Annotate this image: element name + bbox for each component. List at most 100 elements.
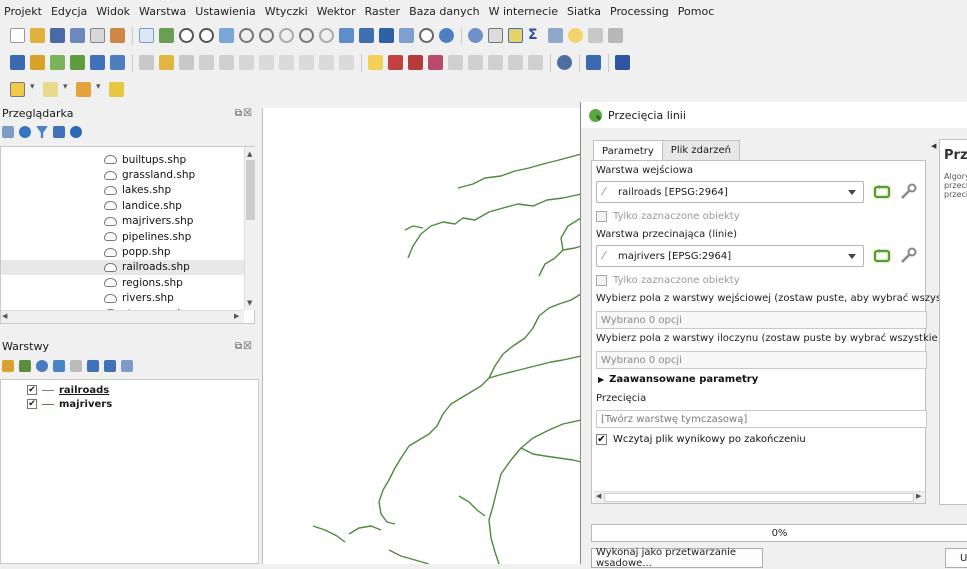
menu-item-3[interactable]: Warstwa [139, 5, 186, 18]
bookmark-icon[interactable] [379, 28, 394, 43]
toggle-editing-icon[interactable] [159, 55, 174, 70]
map-canvas[interactable] [262, 108, 582, 565]
checkbox-box[interactable] [596, 275, 607, 286]
browser-file-item[interactable]: majrivers.shp [1, 214, 254, 229]
label-pin-icon[interactable] [388, 55, 403, 70]
copy-features-icon[interactable] [279, 55, 294, 70]
zoom-next-icon[interactable] [319, 28, 334, 43]
browser-file-item[interactable]: railroads.shp [1, 259, 254, 276]
style-manager-icon[interactable] [110, 28, 125, 43]
new-3d-view-icon[interactable] [359, 28, 374, 43]
menu-item-11[interactable]: Processing [610, 5, 669, 18]
tab-parameters[interactable]: Parametry [593, 140, 663, 161]
menu-item-7[interactable]: Raster [365, 5, 400, 18]
open-project-icon[interactable] [30, 28, 45, 43]
save-as-icon[interactable] [70, 28, 85, 43]
tab-log[interactable]: Plik zdarzeń [661, 140, 740, 160]
browser-file-item[interactable]: landice.shp [1, 198, 254, 213]
measure-icon[interactable] [548, 28, 563, 43]
expand-all-icon[interactable] [87, 360, 99, 372]
collapse-all-icon[interactable] [104, 360, 116, 372]
text-annotation-icon[interactable] [608, 28, 623, 43]
browser-file-item[interactable]: builtups.shp [1, 152, 254, 167]
iterate-icon[interactable] [872, 246, 892, 266]
label-toolbar-icon[interactable] [368, 55, 383, 70]
advanced-parameters-toggle[interactable]: ▶ Zaawansowane parametry [598, 374, 758, 385]
zoom-layer-icon[interactable] [259, 28, 274, 43]
browser-file-item[interactable]: popp.shp [1, 244, 254, 259]
collapse-all-icon[interactable] [53, 126, 65, 138]
checkbox-box[interactable]: ✔ [596, 434, 607, 445]
style-panel-icon[interactable] [2, 360, 14, 372]
layer-properties-icon[interactable] [110, 55, 125, 70]
iterate-icon[interactable] [872, 182, 892, 202]
current-edits-icon[interactable] [139, 55, 154, 70]
select-by-value-icon[interactable] [43, 82, 58, 97]
browser-file-item[interactable]: pipelines.shp [1, 229, 254, 244]
label-move-icon[interactable] [428, 55, 443, 70]
properties-icon[interactable] [70, 126, 82, 138]
zoom-out-icon[interactable] [199, 28, 214, 43]
temporal-icon[interactable] [419, 28, 434, 43]
selected-only-checkbox-1[interactable]: Tylko zaznaczone obiekty [596, 211, 740, 222]
select-by-value-dropdown-icon[interactable]: ▾ [63, 82, 71, 97]
add-virtual-layer-icon[interactable] [90, 55, 105, 70]
layer-item[interactable]: ✔ railroads [1, 383, 258, 397]
annotation-icon[interactable] [588, 28, 603, 43]
deselect-dropdown-icon[interactable]: ▾ [96, 82, 104, 97]
filter-expression-icon[interactable] [70, 360, 82, 372]
zoom-native-icon[interactable] [279, 28, 294, 43]
menu-item-12[interactable]: Pomoc [678, 5, 714, 18]
filter-icon[interactable] [36, 126, 48, 138]
attribute-table-icon[interactable] [488, 28, 503, 43]
intersect-layer-combo[interactable]: ⁄ majrivers [EPSG:2964] [596, 245, 864, 267]
load-result-checkbox[interactable]: ✔ Wczytaj plik wynikowy po zakończeniu [596, 434, 806, 445]
browser-file-item[interactable]: grassland.shp [1, 167, 254, 182]
checkbox-box[interactable] [596, 211, 607, 222]
help-icon[interactable] [615, 55, 630, 70]
menu-item-0[interactable]: Projekt [4, 5, 42, 18]
fields-intersect-selector[interactable]: Wybrano 0 opcji [596, 351, 927, 369]
vertex-tool-icon[interactable] [219, 55, 234, 70]
menu-item-5[interactable]: Wtyczki [265, 5, 308, 18]
input-layer-combo[interactable]: ⁄ railroads [EPSG:2964] [596, 181, 864, 203]
menu-item-8[interactable]: Baza danych [409, 5, 480, 18]
new-map-view-icon[interactable] [339, 28, 354, 43]
add-group-icon[interactable] [19, 360, 31, 372]
plugin-manager-icon[interactable] [557, 55, 572, 70]
label-change-icon[interactable] [468, 55, 483, 70]
select-location-icon[interactable] [109, 82, 124, 97]
new-project-icon[interactable] [10, 28, 25, 43]
zoom-full-icon[interactable] [219, 28, 234, 43]
dialog-titlebar[interactable]: Przecięcia linii [581, 102, 967, 128]
select-dropdown-icon[interactable]: ▾ [30, 82, 38, 97]
python-console-icon[interactable] [586, 55, 601, 70]
output-destination-field[interactable]: [Twórz warstwę tymczasową] [596, 410, 927, 428]
cut-features-icon[interactable] [259, 55, 274, 70]
browser-file-item[interactable]: regions.shp [1, 275, 254, 290]
label-show-icon[interactable] [408, 55, 423, 70]
wrench-icon[interactable] [898, 246, 918, 266]
save-project-icon[interactable] [50, 28, 65, 43]
menu-item-6[interactable]: Wektor [317, 5, 356, 18]
pan-icon[interactable] [139, 28, 154, 43]
delete-selected-icon[interactable] [239, 55, 254, 70]
layer-visibility-checkbox[interactable]: ✔ [27, 399, 37, 409]
refresh-icon[interactable] [439, 28, 454, 43]
statistics-icon[interactable]: Σ [528, 28, 543, 43]
add-selected-layers-icon[interactable] [2, 126, 14, 138]
manage-visibility-icon[interactable] [36, 360, 48, 372]
map-tips-icon[interactable] [568, 28, 583, 43]
browser-file-item[interactable]: rivers.shp [1, 291, 254, 306]
fields-input-selector[interactable]: Wybrano 0 opcji [596, 311, 927, 329]
menu-item-10[interactable]: Siatka [567, 5, 601, 18]
refresh-icon[interactable] [19, 126, 31, 138]
show-bookmarks-icon[interactable] [399, 28, 414, 43]
menu-item-4[interactable]: Ustawienia [195, 5, 255, 18]
data-source-manager-icon[interactable] [10, 55, 25, 70]
browser-hscrollbar[interactable]: ◀ ▶ [1, 310, 244, 323]
collapse-help-icon[interactable]: ◀ [931, 142, 936, 150]
wrench-icon[interactable] [898, 182, 918, 202]
digitize-line-icon[interactable] [199, 55, 214, 70]
browser-vscrollbar[interactable]: ▲ ▼ [244, 147, 255, 310]
